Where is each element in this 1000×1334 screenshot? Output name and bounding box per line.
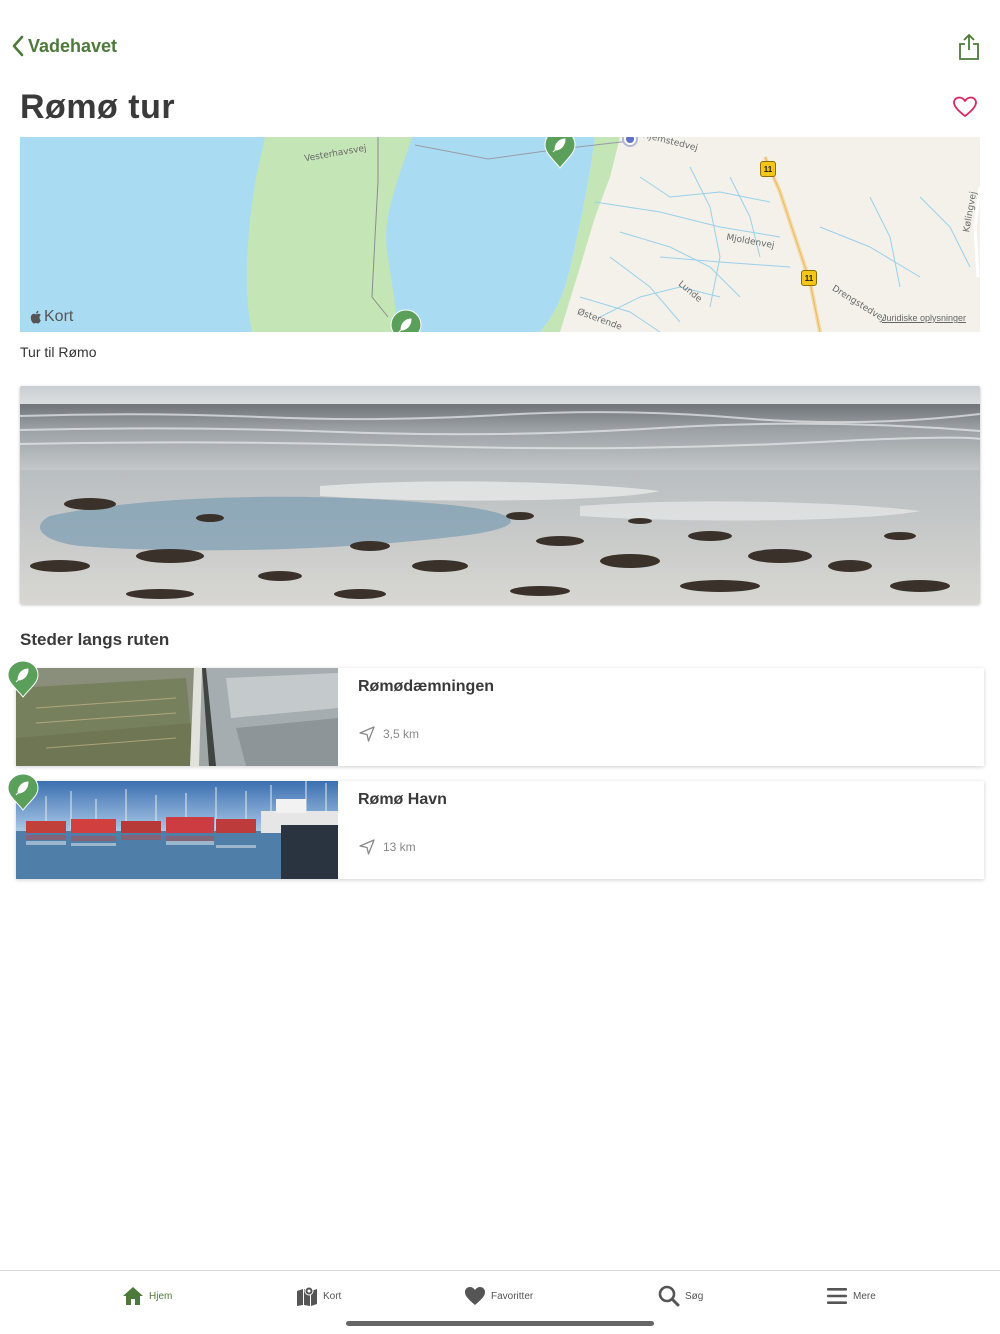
tab-label: Mere xyxy=(853,1290,876,1302)
road-number-badge: 11 xyxy=(801,270,817,286)
tab-search[interactable]: Søg xyxy=(658,1285,703,1307)
menu-icon xyxy=(827,1288,847,1304)
road-number-badge: 11 xyxy=(760,161,776,177)
place-title: Rømø Havn xyxy=(358,791,447,808)
tab-more[interactable]: Mere xyxy=(826,1285,876,1307)
tab-favorites[interactable]: Favoritter xyxy=(464,1285,533,1307)
hero-photo-canvas xyxy=(20,386,980,604)
place-title: Rømødæmningen xyxy=(358,678,494,695)
title-row: Rømø tur xyxy=(20,88,980,132)
page-title: Rømø tur xyxy=(20,88,176,126)
home-icon xyxy=(123,1287,143,1305)
thumbnail-canvas xyxy=(16,668,338,766)
thumbnail-canvas xyxy=(16,781,338,879)
place-distance: 3,5 km xyxy=(358,725,419,743)
place-distance-label: 3,5 km xyxy=(383,727,420,741)
tab-map[interactable]: Kort xyxy=(296,1285,341,1307)
back-button[interactable]: Vadehavet xyxy=(10,34,117,58)
tab-label: Søg xyxy=(685,1290,704,1302)
tab-label: Favoritter xyxy=(491,1290,534,1302)
back-button-label: Vadehavet xyxy=(28,35,118,56)
chevron-left-icon xyxy=(12,35,24,57)
map-legal-link[interactable]: Juridiske oplysninger xyxy=(882,313,966,323)
section-title: Steder langs ruten xyxy=(20,630,170,649)
navigation-bar: Vadehavet xyxy=(0,0,1000,80)
share-icon[interactable] xyxy=(958,33,980,61)
place-distance-label: 13 km xyxy=(383,840,416,854)
heart-icon xyxy=(465,1287,485,1305)
location-arrow-icon xyxy=(359,839,375,855)
map-caption: Tur til Rømo xyxy=(20,344,97,360)
map-canvas xyxy=(20,137,980,332)
place-thumbnail-harbor xyxy=(16,781,338,879)
map-logo-label: Kort xyxy=(44,308,74,325)
map-pin-icon[interactable] xyxy=(543,137,577,169)
place-pin-icon xyxy=(7,660,39,698)
route-map[interactable]: Vesterhavsvej Hjemstedvej Mjoldenvej Lun… xyxy=(20,137,980,332)
home-indicator[interactable] xyxy=(346,1321,654,1326)
location-arrow-icon xyxy=(359,726,375,742)
place-thumbnail-dam xyxy=(16,668,338,766)
map-logo: Kort xyxy=(30,308,73,326)
map-pin-icon[interactable] xyxy=(389,309,423,332)
search-icon xyxy=(658,1285,680,1307)
tab-home[interactable]: Hjem xyxy=(122,1285,172,1307)
map-icon xyxy=(297,1286,317,1306)
place-card[interactable]: Rømø Havn 13 km xyxy=(16,781,984,879)
tab-label: Hjem xyxy=(149,1290,173,1302)
place-card[interactable]: Rømødæmningen 3,5 km xyxy=(16,668,984,766)
tab-label: Kort xyxy=(323,1290,342,1302)
place-distance: 13 km xyxy=(358,838,416,856)
place-pin-icon xyxy=(7,773,39,811)
hero-photo-wadden-beach xyxy=(20,386,980,604)
heart-outline-icon[interactable] xyxy=(952,95,978,119)
apple-logo-icon xyxy=(30,310,41,324)
